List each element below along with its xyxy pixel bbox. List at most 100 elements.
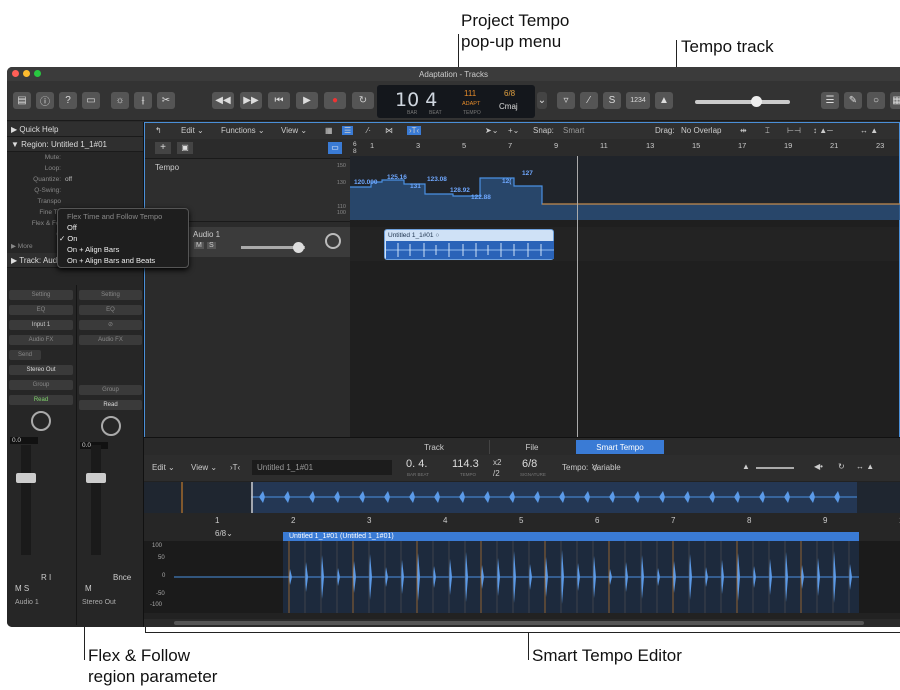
- ste-waveform[interactable]: 100 50 0 -50 -100: [144, 541, 900, 613]
- fit-icon[interactable]: ⊢⊣: [787, 126, 801, 135]
- view-menu[interactable]: View ⌄: [281, 126, 307, 135]
- vertical-zoom-icon[interactable]: ↕ ▲─: [813, 126, 833, 135]
- record-button[interactable]: ●: [324, 92, 346, 109]
- audio-fx-slot[interactable]: Audio FX: [9, 335, 73, 345]
- count-in-button[interactable]: 1234: [626, 92, 650, 109]
- project-tempo-value[interactable]: 111: [464, 89, 476, 98]
- tempo-track-lane[interactable]: 120.000 125.16 131 123.08 128.92 122.88 …: [350, 156, 900, 220]
- play-button[interactable]: ▶: [296, 92, 318, 109]
- pan-knob[interactable]: [31, 411, 51, 431]
- output-button[interactable]: Stereo Out: [9, 365, 73, 375]
- waveform-zoom-icon[interactable]: ⇹: [740, 126, 747, 135]
- inspector-button[interactable]: ⓘ: [36, 92, 54, 109]
- record-input-buttons[interactable]: R I: [41, 573, 51, 582]
- add-track-button[interactable]: +: [155, 142, 171, 154]
- region-header[interactable]: ▼ Region: Untitled 1_1#01: [7, 137, 143, 152]
- audio-fx-slot[interactable]: Audio FX: [79, 335, 142, 345]
- region-param-row[interactable]: Loop:: [7, 165, 143, 176]
- lcd-display[interactable]: 10 4 BAR BEAT 111 ADAPT TEMPO 6/8 Cmaj: [377, 85, 535, 118]
- flex-menu-item-align-bars-beats[interactable]: On + Align Bars and Beats: [67, 256, 188, 267]
- group-slot[interactable]: Group: [9, 380, 73, 390]
- playhead[interactable]: [577, 156, 578, 456]
- automation-mode[interactable]: Read: [9, 395, 73, 405]
- ste-tempo-mode-popup[interactable]: Variable ◇: [592, 463, 621, 472]
- smart-controls-button[interactable]: ☼: [111, 92, 129, 109]
- editors-button[interactable]: ✂: [157, 92, 175, 109]
- automation-icon[interactable]: ⁄·: [367, 126, 371, 135]
- back-arrow-icon[interactable]: ↰: [155, 126, 162, 135]
- forward-button[interactable]: ▶▶: [240, 92, 262, 109]
- ste-position-value[interactable]: 0. 4.: [406, 458, 427, 470]
- master-volume-slider[interactable]: [695, 96, 790, 107]
- ste-cycle-icon[interactable]: ↻: [838, 462, 845, 471]
- toolbar-button[interactable]: ▭: [82, 92, 100, 109]
- library-button[interactable]: ▤: [13, 92, 31, 109]
- eq-button[interactable]: EQ: [9, 305, 73, 315]
- mute-button[interactable]: M: [85, 584, 92, 593]
- pointer-tool-icon[interactable]: ➤⌄: [485, 126, 498, 135]
- volume-fader-cap[interactable]: [16, 473, 36, 483]
- solo-button[interactable]: S: [603, 92, 621, 109]
- quick-help-button[interactable]: ?: [59, 92, 77, 109]
- minimize-button[interactable]: [23, 70, 30, 77]
- region-param-row[interactable]: Quantize: off: [7, 176, 143, 187]
- ste-zoom-icon[interactable]: ↔ ▲: [856, 462, 874, 471]
- edit-menu[interactable]: Edit ⌄: [181, 126, 204, 135]
- notepad-button[interactable]: ✎: [844, 92, 862, 109]
- ste-edit-menu[interactable]: Edit ⌄: [152, 463, 175, 472]
- ste-ruler-sig[interactable]: 6/8⌄: [215, 529, 233, 538]
- ste-region-field[interactable]: Untitled 1_1#01: [252, 460, 392, 475]
- volume-fader-track[interactable]: [91, 445, 101, 555]
- global-tracks-button[interactable]: ▭: [328, 142, 342, 154]
- cycle-button[interactable]: ↻: [352, 92, 374, 109]
- drag-value[interactable]: No Overlap: [681, 126, 721, 135]
- ste-volume-slider[interactable]: [756, 467, 794, 469]
- audio-region[interactable]: Untitled 1_1#01 ○: [384, 229, 554, 260]
- audio-track-volume-knob[interactable]: [293, 242, 304, 253]
- ste-view-menu[interactable]: View ⌄: [191, 463, 217, 472]
- plus-tool-icon[interactable]: +⌄: [508, 126, 519, 135]
- region-param-row[interactable]: Mute:: [7, 154, 143, 165]
- browsers-button[interactable]: ▦: [890, 92, 900, 109]
- functions-menu[interactable]: Functions ⌄: [221, 126, 265, 135]
- group-slot[interactable]: Group: [79, 385, 142, 395]
- grid-view-icon[interactable]: ▦: [325, 126, 333, 135]
- audio-track-pan-knob[interactable]: [325, 233, 341, 249]
- duplicate-track-button[interactable]: ▣: [177, 142, 193, 154]
- mute-solo-buttons[interactable]: M S: [15, 584, 29, 593]
- loop-browser-button[interactable]: ○: [867, 92, 885, 109]
- ste-scrollbar-thumb[interactable]: [174, 621, 864, 625]
- mixer-button[interactable]: ⫲: [134, 92, 152, 109]
- eq-button[interactable]: EQ: [79, 305, 142, 315]
- volume-fader-track[interactable]: [21, 445, 31, 555]
- quick-help-header[interactable]: ▶ Quick Help: [7, 122, 143, 137]
- setting-button[interactable]: Setting: [79, 290, 142, 300]
- list-editors-button[interactable]: ☰: [821, 92, 839, 109]
- ste-metronome-icon[interactable]: ▲: [742, 462, 750, 471]
- bar-ruler[interactable]: 6 8 1 3 5 7 9 11 13 15 17 19 21 23: [350, 139, 899, 156]
- region-param-row[interactable]: Q-Swing:: [7, 187, 143, 198]
- horizontal-zoom-icon[interactable]: ↔ ▲: [860, 126, 878, 135]
- time-signature[interactable]: 6/8: [504, 89, 515, 98]
- catch-icon[interactable]: ›T‹: [407, 126, 422, 135]
- flex-menu-item-off[interactable]: Off: [67, 223, 188, 234]
- ste-speaker-icon[interactable]: ◀•: [814, 462, 823, 471]
- go-to-start-button[interactable]: ⏮: [268, 92, 290, 109]
- region-param-value[interactable]: off: [65, 176, 72, 187]
- tab-track[interactable]: Track: [394, 440, 474, 454]
- key-signature[interactable]: Cmaj: [499, 102, 518, 111]
- ste-overview[interactable]: [144, 482, 900, 513]
- ste-scrollbar[interactable]: [144, 619, 900, 627]
- automation-mode[interactable]: Read: [79, 400, 142, 410]
- bounce-button[interactable]: Bnce: [113, 573, 131, 582]
- master-volume-knob[interactable]: [751, 96, 762, 107]
- tab-smart-tempo[interactable]: Smart Tempo: [576, 440, 664, 454]
- zoom-button[interactable]: [34, 70, 41, 77]
- ste-divide-button[interactable]: /2: [493, 469, 500, 478]
- close-button[interactable]: [12, 70, 19, 77]
- flex-menu-item-align-bars[interactable]: On + Align Bars: [67, 245, 188, 256]
- tab-file[interactable]: File: [489, 440, 574, 454]
- flex-menu-item-on[interactable]: ✓ On: [59, 234, 188, 245]
- lcd-mode-chevron-icon[interactable]: ⌄: [537, 92, 547, 109]
- volume-fader-cap[interactable]: [86, 473, 106, 483]
